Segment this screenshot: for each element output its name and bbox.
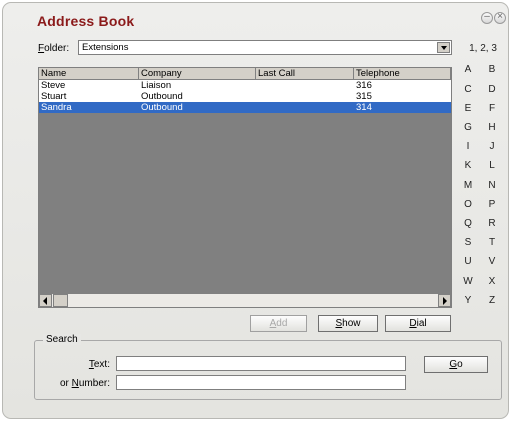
index-link-n[interactable]: N [485,180,499,191]
cell-telephone: 316 [356,80,372,91]
cell-name: Stuart [41,91,67,102]
horizontal-scrollbar[interactable] [39,294,451,307]
contacts-list[interactable]: Name Company Last Call Telephone Steve L… [38,67,452,308]
index-link-d[interactable]: D [485,84,499,95]
index-link-q[interactable]: Q [461,218,475,229]
chevron-down-icon [441,46,447,50]
scrollbar-thumb[interactable] [53,294,68,307]
search-group-title: Search [43,334,81,345]
index-link-a[interactable]: A [461,64,475,75]
cell-name: Sandra [41,102,72,113]
show-button[interactable]: Show [318,315,378,332]
close-button[interactable]: × [494,11,506,24]
index-link-u[interactable]: U [461,256,475,267]
index-link-p[interactable]: P [485,199,499,210]
folder-dropdown-value: Extensions [82,42,129,53]
cell-company: Outbound [141,102,183,113]
index-link-x[interactable]: X [485,276,499,287]
index-link-y[interactable]: Y [461,295,475,306]
column-header-company[interactable]: Company [139,68,256,80]
index-link-h[interactable]: H [485,122,499,133]
index-link-c[interactable]: C [461,84,475,95]
column-header-last-call[interactable]: Last Call [256,68,354,80]
minimize-icon: – [484,11,490,22]
dial-button[interactable]: Dial [385,315,451,332]
scroll-right-button[interactable] [438,294,451,307]
go-button[interactable]: Go [424,356,488,373]
index-link-l[interactable]: L [485,160,499,171]
folder-label: Folder: [38,43,70,54]
index-link-e[interactable]: E [461,103,475,114]
arrow-right-icon [443,297,447,305]
window-title: Address Book [37,13,135,29]
index-link-z[interactable]: Z [485,295,499,306]
index-link-j[interactable]: J [485,141,499,152]
list-header: Name Company Last Call Telephone [39,68,451,80]
index-link-v[interactable]: V [485,256,499,267]
number-field-label: or Number: [59,378,110,389]
cell-telephone: 314 [356,102,372,113]
table-row[interactable]: Steve Liaison 316 [39,80,451,91]
cell-telephone: 315 [356,91,372,102]
table-row[interactable]: Stuart Outbound 315 [39,91,451,102]
index-link-s[interactable]: S [461,237,475,248]
table-row-selected[interactable]: Sandra Outbound 314 [39,102,451,113]
index-link-m[interactable]: M [461,180,475,191]
index-link-i[interactable]: I [461,141,475,152]
search-number-input[interactable] [116,375,406,390]
column-header-name[interactable]: Name [39,68,139,80]
minimize-button[interactable]: – [481,11,493,24]
column-header-telephone[interactable]: Telephone [354,68,451,80]
cell-name: Steve [41,80,66,91]
index-link-o[interactable]: O [461,199,475,210]
search-text-input[interactable] [116,356,406,371]
index-link-f[interactable]: F [485,103,499,114]
index-link-b[interactable]: B [485,64,499,75]
index-link-t[interactable]: T [485,237,499,248]
cell-company: Outbound [141,91,183,102]
cell-company: Liaison [141,80,172,91]
text-field-label: Text: [88,359,110,370]
folder-dropdown[interactable]: Extensions [78,40,452,55]
add-button[interactable]: Add [250,315,307,332]
arrow-left-icon [43,297,47,305]
scroll-left-button[interactable] [39,294,52,307]
index-link-k[interactable]: K [461,160,475,171]
index-link-numbers[interactable]: 1, 2, 3 [461,43,505,54]
folder-dropdown-button[interactable] [437,42,450,53]
close-icon: × [497,11,503,22]
index-link-g[interactable]: G [461,122,475,133]
index-link-r[interactable]: R [485,218,499,229]
index-link-w[interactable]: W [461,276,475,287]
